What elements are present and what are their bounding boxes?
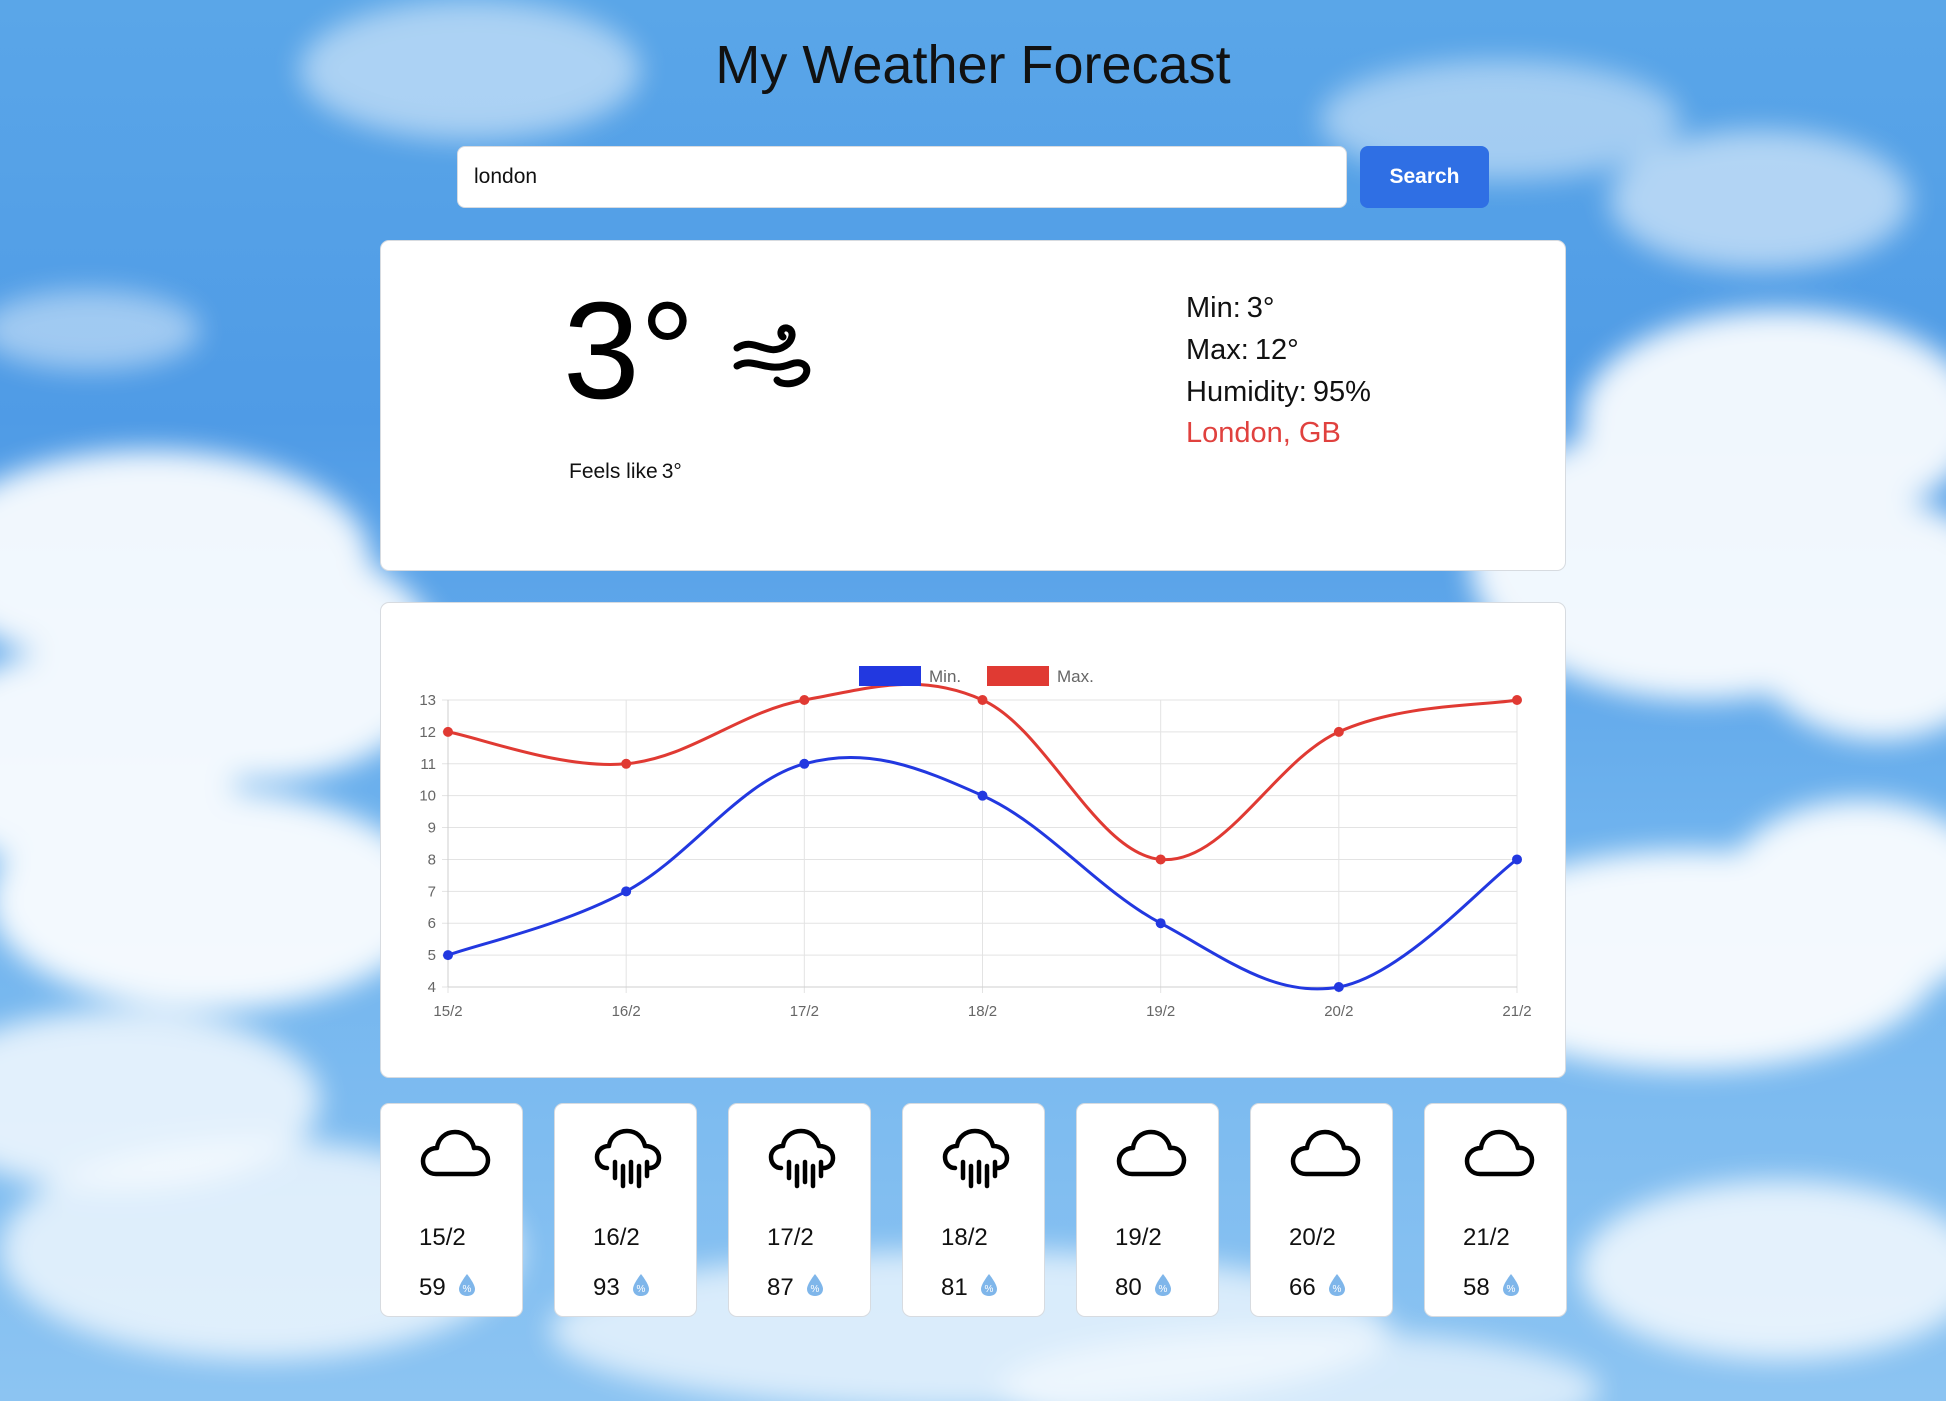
svg-text:%: % bbox=[811, 1284, 820, 1295]
legend-label-min: Min. bbox=[929, 667, 961, 686]
y-tick-label: 13 bbox=[419, 692, 436, 709]
wind-icon bbox=[733, 324, 811, 388]
humidity-drop-icon: % bbox=[459, 1274, 475, 1296]
x-tick-label: 19/2 bbox=[1146, 1003, 1175, 1020]
humidity-stat: Humidity: 95% bbox=[1186, 376, 1371, 408]
temperature-line-chart: 4 5 6 7 8 9 10 11 12 13 15/2 16/2 17/2 18/2 19/2 20/2 21… bbox=[419, 666, 1532, 1020]
search-button[interactable]: Search bbox=[1360, 146, 1489, 208]
max-temp-stat: Max: 12° bbox=[1186, 334, 1299, 366]
location-text: London, GB bbox=[1186, 417, 1341, 449]
y-tick-label: 6 bbox=[428, 915, 436, 932]
legend-label-max: Max. bbox=[1057, 667, 1094, 686]
humidity-drop-icon: % bbox=[633, 1274, 649, 1296]
data-point-min bbox=[621, 886, 632, 897]
cloud-icon bbox=[1116, 1129, 1187, 1177]
svg-text:%: % bbox=[1333, 1284, 1342, 1295]
forecast-day-card: 20/2 66 % bbox=[1250, 1103, 1393, 1317]
forecast-date: 19/2 bbox=[1115, 1224, 1162, 1251]
forecast-day-card: 16/2 93 % bbox=[554, 1103, 697, 1317]
forecast-humidity: 81 bbox=[941, 1274, 968, 1301]
x-tick-label: 21/2 bbox=[1502, 1003, 1531, 1020]
y-tick-label: 9 bbox=[428, 820, 436, 837]
svg-text:%: % bbox=[463, 1284, 472, 1295]
y-tick-label: 11 bbox=[420, 756, 436, 773]
data-point-max bbox=[977, 695, 988, 705]
x-tick-label: 20/2 bbox=[1324, 1003, 1353, 1020]
data-point-min bbox=[1333, 982, 1344, 992]
svg-text:%: % bbox=[985, 1284, 994, 1295]
data-point-min bbox=[443, 950, 453, 961]
y-tick-label: 8 bbox=[428, 851, 436, 868]
data-point-min bbox=[1155, 918, 1166, 929]
current-temperature: 3° bbox=[563, 274, 695, 428]
min-temp-stat: Min: 3° bbox=[1186, 292, 1275, 324]
forecast-humidity: 93 bbox=[593, 1274, 620, 1301]
rain-cloud-icon bbox=[768, 1128, 836, 1189]
forecast-day-card: 17/2 87 % bbox=[728, 1103, 871, 1317]
data-point-max bbox=[799, 695, 810, 705]
humidity-drop-icon: % bbox=[1155, 1274, 1171, 1296]
page-title: My Weather Forecast bbox=[715, 35, 1231, 95]
forecast-day-card: 21/2 58 % bbox=[1424, 1103, 1567, 1317]
svg-text:%: % bbox=[1507, 1284, 1516, 1295]
x-tick-label: 17/2 bbox=[790, 1003, 819, 1020]
forecast-humidity: 80 bbox=[1115, 1274, 1142, 1301]
x-tick-label: 15/2 bbox=[433, 1003, 462, 1020]
forecast-humidity: 87 bbox=[767, 1274, 794, 1301]
forecast-humidity: 59 bbox=[419, 1274, 446, 1301]
data-point-max bbox=[1155, 854, 1166, 865]
x-tick-label: 18/2 bbox=[968, 1003, 997, 1020]
y-tick-label: 12 bbox=[419, 724, 436, 741]
humidity-drop-icon: % bbox=[1329, 1274, 1345, 1296]
temperature-chart-card: 4 5 6 7 8 9 10 11 12 13 15/2 16/2 17/2 18/2 19/2 20/2 21… bbox=[380, 602, 1566, 1078]
forecast-date: 16/2 bbox=[593, 1224, 640, 1251]
legend-swatch-min bbox=[859, 666, 921, 686]
forecast-day-card: 15/2 59 % bbox=[380, 1103, 523, 1317]
data-point-min bbox=[1512, 854, 1522, 865]
forecast-date: 21/2 bbox=[1463, 1224, 1510, 1251]
cloud-icon bbox=[420, 1129, 491, 1177]
y-tick-label: 7 bbox=[428, 883, 436, 900]
humidity-drop-icon: % bbox=[981, 1274, 997, 1296]
x-tick-label: 16/2 bbox=[612, 1003, 641, 1020]
y-tick-label: 10 bbox=[419, 788, 436, 805]
svg-text:%: % bbox=[1159, 1284, 1168, 1295]
forecast-date: 15/2 bbox=[419, 1224, 466, 1251]
forecast-date: 20/2 bbox=[1289, 1224, 1336, 1251]
data-point-max bbox=[621, 758, 632, 769]
y-tick-label: 4 bbox=[428, 979, 436, 996]
svg-text:%: % bbox=[637, 1284, 646, 1295]
rain-cloud-icon bbox=[594, 1128, 662, 1189]
cloud-icon bbox=[1464, 1129, 1535, 1177]
current-weather-card bbox=[380, 240, 1566, 571]
humidity-drop-icon: % bbox=[807, 1274, 823, 1296]
y-tick-label: 5 bbox=[428, 947, 436, 964]
rain-cloud-icon bbox=[942, 1128, 1010, 1189]
data-point-max bbox=[443, 726, 453, 737]
forecast-humidity: 66 bbox=[1289, 1274, 1316, 1301]
data-point-max bbox=[1512, 695, 1522, 705]
humidity-drop-icon: % bbox=[1503, 1274, 1519, 1296]
legend-swatch-max bbox=[987, 666, 1049, 686]
search-input[interactable] bbox=[457, 146, 1347, 208]
forecast-day-card: 19/2 80 % bbox=[1076, 1103, 1219, 1317]
cloud-icon bbox=[1290, 1129, 1361, 1177]
forecast-humidity: 58 bbox=[1463, 1274, 1490, 1301]
data-point-min bbox=[799, 758, 810, 769]
data-point-min bbox=[977, 790, 988, 801]
forecast-day-card: 18/2 81 % bbox=[902, 1103, 1045, 1317]
data-point-max bbox=[1333, 726, 1344, 737]
feels-like-text: Feels like 3° bbox=[569, 460, 682, 483]
forecast-date: 18/2 bbox=[941, 1224, 988, 1251]
forecast-date: 17/2 bbox=[767, 1224, 814, 1251]
